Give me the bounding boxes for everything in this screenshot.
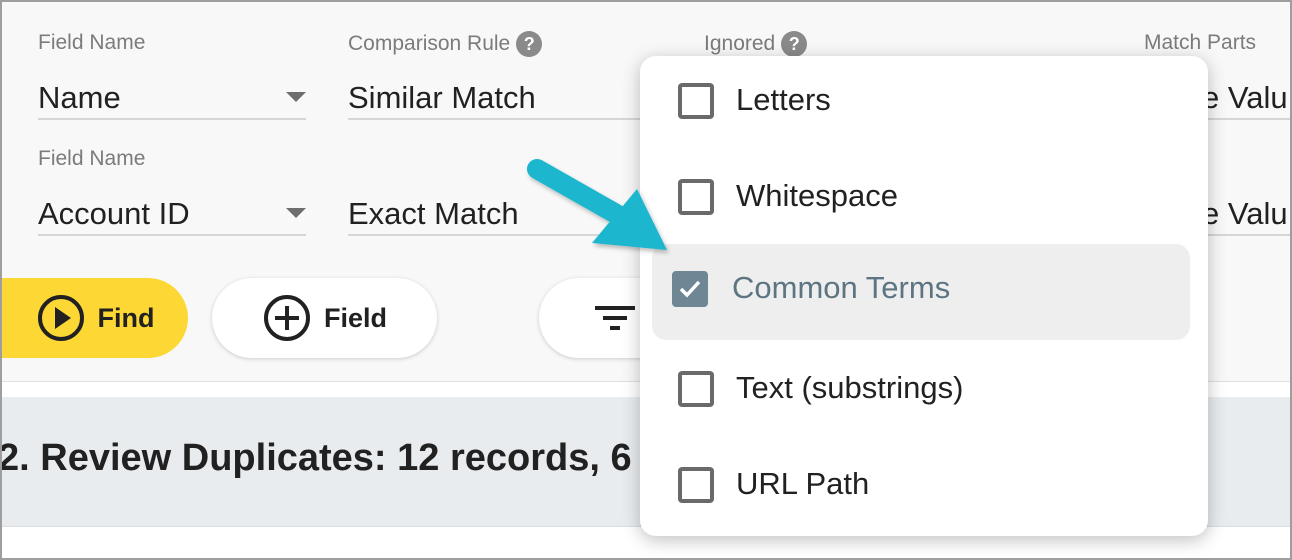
help-icon[interactable]: ? bbox=[516, 31, 543, 57]
option-letters[interactable]: Letters bbox=[652, 56, 1190, 152]
comparison-rule-label-text: Comparison Rule bbox=[348, 32, 511, 55]
caret-down-icon bbox=[286, 208, 306, 218]
option-label: Whitespace bbox=[736, 178, 898, 213]
option-whitespace[interactable]: Whitespace bbox=[652, 152, 1190, 248]
comparison-rule-value: Similar Match bbox=[348, 80, 536, 115]
add-field-button[interactable]: Field bbox=[212, 278, 437, 358]
comparison-rule-select[interactable]: Similar Match bbox=[348, 68, 648, 120]
field-name-value: Name bbox=[38, 80, 121, 115]
option-label: Letters bbox=[736, 82, 831, 117]
checkbox-common-terms[interactable] bbox=[672, 271, 708, 307]
find-button-label: Find bbox=[97, 302, 155, 333]
field-name-value: Account ID bbox=[38, 196, 190, 231]
help-icon[interactable]: ? bbox=[781, 31, 808, 57]
plus-circle-icon bbox=[263, 295, 310, 341]
ignored-label: Ignored ? bbox=[704, 31, 808, 57]
annotation-arrow-icon bbox=[527, 159, 667, 250]
checkbox-text-substrings[interactable] bbox=[678, 371, 714, 407]
field-name-label: Field Name bbox=[38, 147, 146, 170]
comparison-rule-label: Comparison Rule ? bbox=[348, 31, 543, 57]
option-label: Text (substrings) bbox=[736, 370, 964, 405]
checkbox-url-path[interactable] bbox=[678, 467, 714, 503]
match-parts-value: e Valu bbox=[1202, 80, 1288, 115]
comparison-rule-value: Exact Match bbox=[348, 196, 519, 231]
check-icon bbox=[679, 280, 701, 298]
play-circle-icon bbox=[37, 295, 84, 341]
option-text-substrings[interactable]: Text (substrings) bbox=[652, 344, 1190, 440]
field-name-select[interactable]: Account ID bbox=[38, 184, 306, 236]
option-url-path[interactable]: URL Path bbox=[652, 440, 1190, 536]
ignored-label-text: Ignored bbox=[704, 32, 776, 55]
option-label: Common Terms bbox=[732, 270, 951, 305]
checkbox-letters[interactable] bbox=[678, 83, 714, 119]
option-common-terms[interactable]: Common Terms bbox=[652, 244, 1190, 340]
filter-icon bbox=[595, 306, 635, 330]
app-frame: Field Name Name Comparison Rule ? Simila… bbox=[0, 0, 1292, 560]
field-name-select[interactable]: Name bbox=[38, 68, 306, 120]
add-field-label: Field bbox=[323, 302, 387, 333]
match-parts-value: e Valu bbox=[1202, 196, 1288, 231]
ignored-dropdown-menu: Letters Whitespace Common Terms Text (su… bbox=[640, 56, 1208, 536]
field-name-label: Field Name bbox=[38, 31, 146, 54]
review-title: 2. Review Duplicates: 12 records, 6 c bbox=[0, 437, 664, 479]
match-parts-label: Match Parts bbox=[1144, 31, 1257, 54]
caret-down-icon bbox=[286, 92, 306, 102]
find-button[interactable]: Find bbox=[2, 278, 188, 358]
option-label: URL Path bbox=[736, 466, 870, 501]
